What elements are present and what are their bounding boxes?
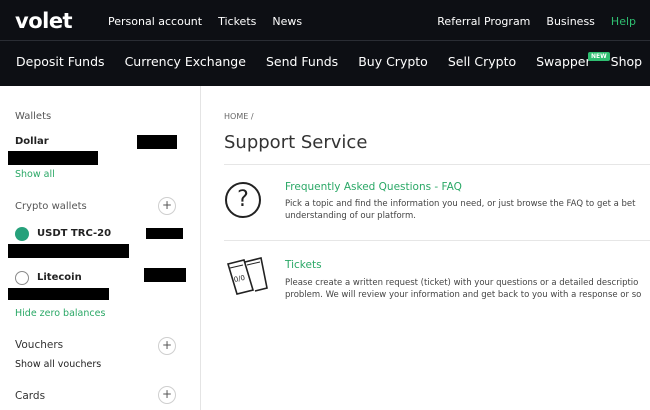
topbar-divider [0, 40, 650, 41]
wallets-heading: Wallets [15, 111, 52, 122]
nav-help[interactable]: Help [611, 15, 636, 28]
new-badge: NEW [588, 52, 610, 61]
ticket-icon: 0/0 [226, 257, 268, 295]
nav-swapper[interactable]: Swapper [536, 54, 591, 69]
section-divider [224, 164, 650, 165]
main-navigation: Deposit Funds Currency Exchange Send Fun… [16, 54, 642, 69]
nav-buy-crypto[interactable]: Buy Crypto [358, 54, 428, 69]
usdt-wallet-name[interactable]: USDT TRC-20 [37, 228, 111, 239]
nav-news[interactable]: News [272, 15, 302, 28]
nav-business[interactable]: Business [546, 15, 595, 28]
litecoin-wallet-name[interactable]: Litecoin [37, 272, 82, 283]
redacted-account [8, 288, 109, 300]
cards-heading: Cards [15, 390, 46, 402]
crypto-wallets-heading: Crypto wallets [15, 201, 87, 212]
section-divider [224, 240, 650, 241]
ticket-icon-label: 0/0 [233, 274, 246, 284]
hide-zero-balances-link[interactable]: Hide zero balances [15, 308, 105, 319]
vouchers-heading: Vouchers [15, 339, 64, 351]
nav-referral-program[interactable]: Referral Program [437, 15, 530, 28]
top-links-left: Personal account Tickets News [108, 15, 302, 28]
tickets-link[interactable]: Tickets [285, 259, 322, 271]
show-all-vouchers-link[interactable]: Show all vouchers [15, 359, 101, 370]
breadcrumb[interactable]: HOME / [224, 112, 254, 121]
usdt-icon [15, 227, 29, 241]
nav-shop[interactable]: Shop [611, 54, 642, 69]
add-voucher-icon[interactable]: + [158, 337, 176, 355]
redacted-balance [137, 135, 177, 149]
nav-personal-account[interactable]: Personal account [108, 15, 202, 28]
add-crypto-wallet-icon[interactable]: + [158, 197, 176, 215]
nav-deposit-funds[interactable]: Deposit Funds [16, 54, 105, 69]
wallet-sidebar: Wallets Dollar Show all Crypto wallets +… [0, 86, 201, 410]
nav-currency-exchange[interactable]: Currency Exchange [125, 54, 246, 69]
nav-tickets[interactable]: Tickets [218, 15, 256, 28]
redacted-account [8, 151, 98, 165]
redacted-account [8, 244, 129, 258]
add-card-icon[interactable]: + [158, 386, 176, 404]
top-links-right: Referral Program Business Help [437, 15, 636, 28]
tickets-description-line: problem. We will review your information… [285, 290, 642, 300]
page-title: Support Service [224, 132, 368, 153]
faq-description-line: understanding of our platform. [285, 211, 416, 221]
top-navigation-bar: volet Personal account Tickets News Refe… [0, 0, 650, 86]
redacted-balance [144, 268, 186, 282]
faq-link[interactable]: Frequently Asked Questions - FAQ [285, 181, 462, 193]
question-icon: ? [225, 182, 261, 218]
tickets-description-line: Please create a written request (ticket)… [285, 278, 639, 288]
litecoin-icon [15, 271, 29, 285]
dollar-wallet-name[interactable]: Dollar [15, 136, 49, 147]
nav-sell-crypto[interactable]: Sell Crypto [448, 54, 516, 69]
volet-logo[interactable]: volet [15, 9, 73, 33]
faq-description-line: Pick a topic and find the information yo… [285, 199, 636, 209]
main-content: HOME / Support Service ? Frequently Aske… [201, 86, 650, 410]
nav-send-funds[interactable]: Send Funds [266, 54, 338, 69]
redacted-balance [146, 228, 183, 239]
show-all-link[interactable]: Show all [15, 169, 55, 180]
